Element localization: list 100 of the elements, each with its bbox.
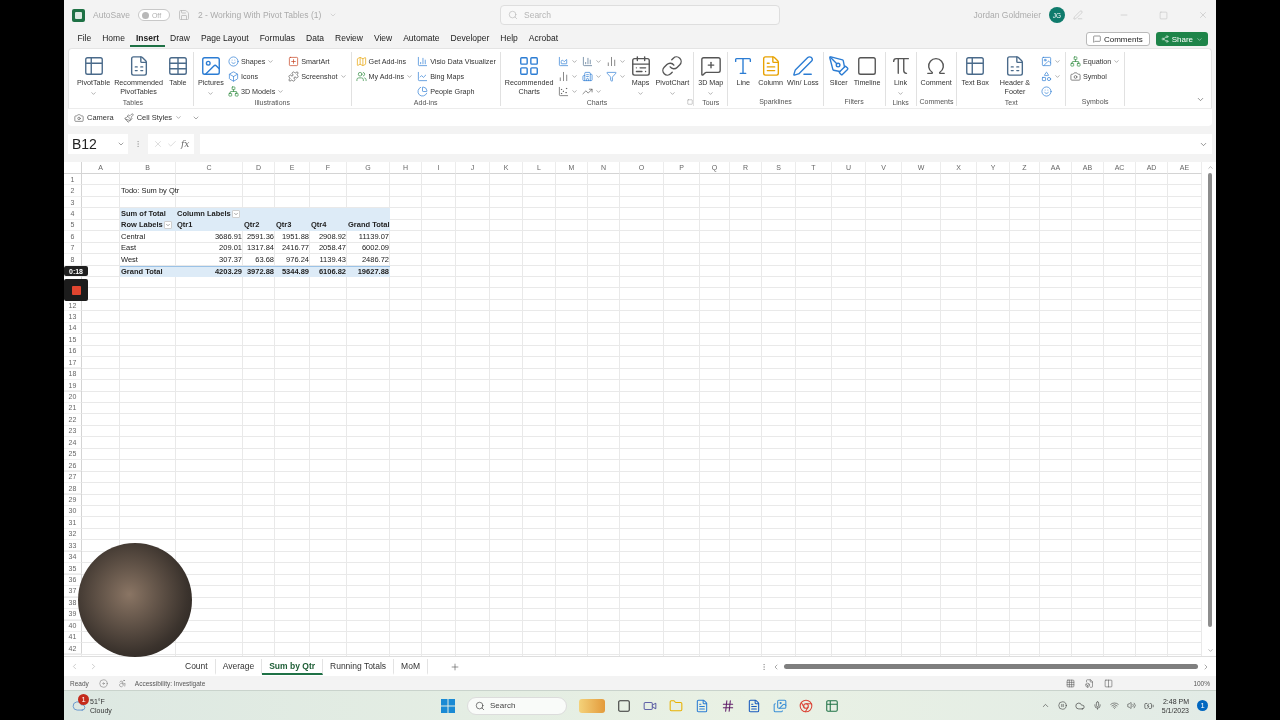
menu-tab[interactable]: Data [300,31,330,47]
table-icon [82,55,105,77]
ribbon-button[interactable] [580,54,603,68]
map-icon [355,55,367,67]
stop-recording-button[interactable] [64,279,88,301]
caret-icon [1196,35,1203,43]
document-title: 2 - Working With Pivot Tables (1) [197,10,322,20]
page-break-icon [1104,678,1114,688]
volume-icon [1126,701,1136,710]
maximize-icon [1159,10,1168,20]
page-layout-icon [1085,678,1095,688]
filter-button[interactable] [163,221,172,230]
cube-icon [227,70,239,82]
user-name: Jordan Goldmeier [973,10,1041,20]
cloud-icon [72,698,86,713]
microphone-icon [1092,701,1102,710]
sheet-tab[interactable]: Count [178,658,216,675]
menu-tab[interactable]: Formulas [254,31,301,47]
search-icon [475,700,485,711]
normal-view-icon [1066,678,1076,688]
battery-icon [1143,700,1154,711]
omega-icon [925,55,948,77]
taskbar-app[interactable] [747,698,761,713]
more-icon [760,662,768,671]
menu-tab[interactable]: Developer [445,31,495,47]
frame-icon [856,55,879,77]
caret-icon [117,140,125,148]
taskbar-app[interactable] [695,698,709,713]
sheet-tab[interactable]: MoM [394,658,428,675]
search-field[interactable]: Search [500,5,780,25]
taskbar-search[interactable]: Search [467,696,567,715]
scrollbar-thumb[interactable] [1208,173,1212,627]
diagram-icon [1069,55,1081,67]
scrollbar-thumb[interactable] [784,664,1198,669]
scroll-left-icon [772,662,780,671]
name-box[interactable]: B12 [68,134,128,154]
share-icon [1160,35,1169,43]
taskbar-app[interactable] [617,698,631,713]
wifi-icon [1109,701,1119,710]
menu-tab[interactable]: Review [329,31,369,47]
filter-button[interactable] [231,210,240,219]
save-icon [177,9,190,21]
taskbar-app[interactable] [825,698,839,713]
app-logo-icon [72,8,85,22]
share-button[interactable]: Share [1155,32,1208,46]
ribbon-button[interactable] [556,84,579,98]
menu-tab[interactable]: Page Layout [195,31,255,47]
ribbon-button[interactable] [580,69,603,83]
windows-logo-icon[interactable] [441,698,455,713]
chart-icon [581,55,593,67]
caret-icon [329,11,338,19]
scroll-right-icon [1202,662,1210,671]
bar-chart-icon [605,55,617,67]
comments-button[interactable]: Comments [1085,32,1150,46]
macro-icon [98,678,108,688]
pen-icon [791,55,814,77]
pen-tool-icon [827,55,850,77]
close-icon [1198,10,1208,20]
scroll-up-icon [1206,164,1214,171]
previous-icon [70,662,79,671]
taskbar-app[interactable] [799,698,813,713]
menu-tab[interactable]: Home [96,31,131,47]
comment-icon [1092,35,1101,43]
ribbon-button[interactable] [556,54,579,68]
building-icon [581,70,593,82]
caret-icon [232,211,239,218]
menu-tab[interactable]: View [368,31,398,47]
function-label[interactable]: fx [181,139,190,149]
menu-tab[interactable]: Acrobat [523,31,564,47]
collapse-icon [1196,95,1205,104]
cloud-icon [1074,700,1085,711]
menu-tab[interactable]: File [72,31,97,47]
taskbar-app[interactable] [721,698,735,713]
add-sheet-button[interactable] [450,661,460,672]
people-icon [355,70,367,82]
search-highlight-picture[interactable] [579,698,605,713]
bar-chart-icon [557,70,569,82]
paintbrush-icon [123,112,134,123]
comment-icon [699,55,722,77]
diagram-icon [227,85,239,97]
camera-icon [74,112,84,123]
formula-input[interactable] [200,134,1212,154]
menu-tab[interactable]: Automate [397,31,446,47]
scroll-down-icon [1206,647,1214,654]
ribbon-button[interactable] [1039,69,1062,83]
ribbon-button[interactable] [604,69,627,83]
ribbon-button[interactable] [1039,54,1062,68]
link-icon [661,55,684,77]
pause-icon [1057,701,1067,710]
plus-square-icon [288,55,300,67]
caret-icon [164,222,171,229]
menu-tab[interactable]: Draw [164,31,196,47]
autosave-label: AutoSave [93,10,130,20]
sheet-tab[interactable]: Running Totals [323,658,395,675]
menu-tab[interactable]: Help [494,31,524,47]
puzzle-icon [288,70,300,82]
column-chart-icon [417,55,429,67]
image-icon [199,55,222,77]
sheet-tab[interactable]: Sum by Qtr [262,658,323,675]
accessibility-icon [117,678,127,688]
